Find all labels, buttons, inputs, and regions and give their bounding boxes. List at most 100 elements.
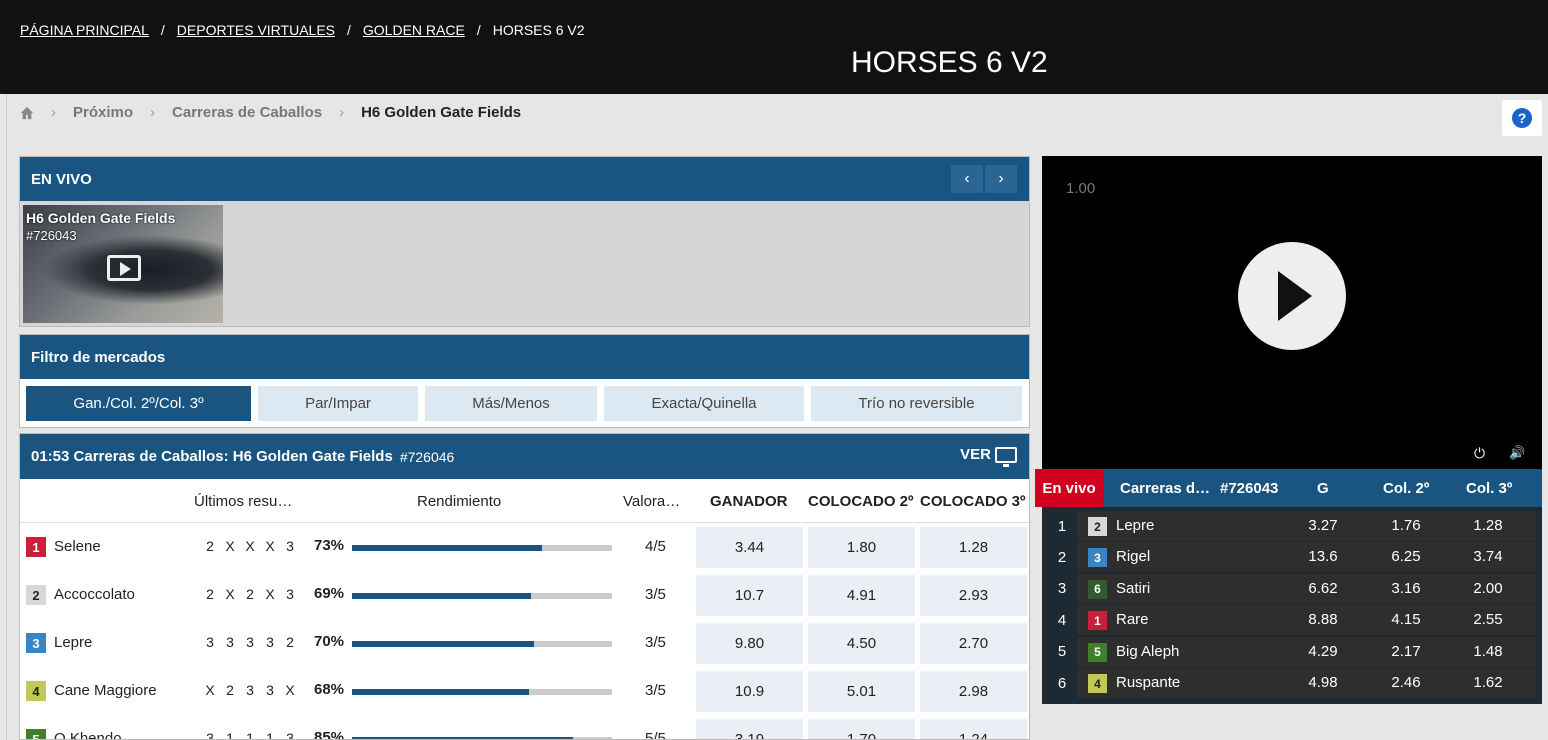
monitor-icon	[995, 446, 1017, 467]
chevron-right-icon: ›	[51, 104, 56, 121]
odd-col2: 2.46	[1391, 674, 1421, 691]
breadcrumb-separator: /	[476, 22, 481, 38]
player-version: 1.00	[1066, 180, 1096, 197]
rating: 5/5	[645, 730, 666, 740]
odd-place-2[interactable]: 4.91	[808, 575, 915, 616]
performance-bar	[352, 545, 612, 551]
runner-name: Rigel	[1116, 548, 1151, 566]
watch-button[interactable]: VER	[960, 446, 1017, 467]
home-icon[interactable]	[20, 106, 34, 120]
volume-icon[interactable]: 🔊	[1509, 445, 1525, 461]
last-results: 33332	[206, 634, 294, 650]
live-results-header: Carreras d… #726043 G Col. 2º Col. 3º	[1042, 469, 1542, 507]
runner-number: 5	[1088, 642, 1107, 662]
finish-position: 1	[1047, 511, 1077, 541]
runner-number: 4	[26, 681, 46, 701]
odd-place-3[interactable]: 2.98	[920, 671, 1027, 712]
tab-trio[interactable]: Trío no reversible	[811, 386, 1022, 421]
breadcrumb-current: HORSES 6 V2	[492, 22, 585, 38]
play-icon[interactable]	[1238, 242, 1346, 350]
sub-breadcrumb: › Próximo › Carreras de Caballos › H6 Go…	[20, 104, 521, 121]
col-performance: Rendimiento	[417, 493, 502, 510]
tab-odd-even[interactable]: Par/Impar	[258, 386, 418, 421]
rating: 3/5	[645, 682, 666, 699]
runner-name: Selene	[54, 538, 101, 555]
performance-bar	[352, 641, 612, 647]
odd-place-2[interactable]: 5.01	[808, 671, 915, 712]
top-header: PÁGINA PRINCIPAL / DEPORTES VIRTUALES / …	[0, 0, 1548, 94]
subnav-current: H6 Golden Gate Fields	[361, 104, 522, 121]
odd-winner[interactable]: 10.9	[696, 671, 803, 712]
help-button[interactable]: ?	[1502, 100, 1542, 136]
race-header: 01:53 Carreras de Caballos: H6 Golden Ga…	[20, 434, 1029, 479]
video-play-icon	[107, 255, 141, 281]
chevron-right-icon: ›	[150, 104, 156, 121]
video-player[interactable]: 1.00 ⏻ 🔊	[1042, 156, 1542, 469]
runner-name: Accoccolato	[54, 586, 135, 603]
chevron-right-icon[interactable]: ›	[985, 165, 1017, 193]
breadcrumb: PÁGINA PRINCIPAL / DEPORTES VIRTUALES / …	[20, 22, 585, 38]
breadcrumb-home-link[interactable]: PÁGINA PRINCIPAL	[20, 22, 149, 38]
breadcrumb-virtual-sports-link[interactable]: DEPORTES VIRTUALES	[177, 22, 335, 38]
odd-winner[interactable]: 9.80	[696, 623, 803, 664]
odd-col2: 3.16	[1391, 579, 1421, 597]
odd-winner[interactable]: 10.7	[696, 575, 803, 616]
live-panel: EN VIVO ‹ › H6 Golden Gate Fields #72604…	[19, 156, 1030, 327]
odd-winner[interactable]: 3.19	[696, 719, 803, 739]
rating: 3/5	[645, 586, 666, 603]
finish-position: 4	[1047, 605, 1077, 636]
live-result-row: 3 6 Satiri 6.62 3.16 2.00	[1047, 573, 1536, 604]
odd-place-3[interactable]: 2.70	[920, 623, 1027, 664]
odd-g: 4.29	[1308, 642, 1338, 660]
odd-winner[interactable]: 3.44	[696, 527, 803, 568]
runner-number: 1	[1088, 611, 1107, 631]
performance-percent: 73%	[314, 537, 345, 554]
live-results-panel: Carreras d… #726043 G Col. 2º Col. 3º En…	[1035, 469, 1542, 704]
odd-place-3[interactable]: 1.28	[920, 527, 1027, 568]
odd-g: 3.27	[1308, 517, 1338, 534]
odd-place-2[interactable]: 1.70	[808, 719, 915, 739]
runner-number: 2	[26, 585, 46, 605]
col-last-results: Últimos resu…	[194, 493, 293, 510]
tab-win-place[interactable]: Gan./Col. 2º/Col. 3º	[26, 386, 251, 421]
live-result-row: 5 5 Big Aleph 4.29 2.17 1.48	[1047, 636, 1536, 667]
live-race-id: #726043	[1220, 480, 1279, 497]
breadcrumb-golden-race-link[interactable]: GOLDEN RACE	[363, 22, 465, 38]
performance-bar-fill	[352, 545, 542, 551]
runner-number: 3	[1088, 548, 1107, 568]
table-row: 3 Lepre 3 3 3 3 2 70% 3/5 9.80 4.50 2.70	[20, 619, 1029, 667]
live-carousel-controls: ‹ ›	[951, 165, 1017, 193]
breadcrumb-separator: /	[160, 22, 165, 38]
performance-bar-fill	[352, 689, 529, 695]
tab-over-under[interactable]: Más/Menos	[425, 386, 597, 421]
breadcrumb-separator: /	[347, 22, 351, 38]
live-panel-header: EN VIVO	[20, 157, 1029, 201]
odd-place-2[interactable]: 1.80	[808, 527, 915, 568]
odd-place-3[interactable]: 2.93	[920, 575, 1027, 616]
odd-place-3[interactable]: 1.24	[920, 719, 1027, 739]
power-icon[interactable]: ⏻	[1474, 445, 1485, 462]
subnav-next-link[interactable]: Próximo	[73, 104, 133, 121]
runner-name: Big Aleph	[1116, 642, 1180, 660]
race-market-panel: 01:53 Carreras de Caballos: H6 Golden Ga…	[19, 433, 1030, 740]
last-results: 2X2X3	[206, 586, 294, 602]
performance-percent: 69%	[314, 585, 345, 602]
chevron-left-icon[interactable]: ‹	[951, 165, 983, 193]
runner-name: Lepre	[54, 634, 93, 651]
market-tabs: Gan./Col. 2º/Col. 3º Par/Impar Más/Menos…	[26, 386, 1022, 421]
runner-number: 2	[1088, 517, 1107, 536]
odd-col2: 2.17	[1391, 642, 1421, 660]
odd-g: 6.62	[1308, 579, 1338, 597]
subnav-horse-racing-link[interactable]: Carreras de Caballos	[172, 104, 322, 121]
runner-name: Lepre	[1116, 517, 1155, 534]
odd-place-2[interactable]: 4.50	[808, 623, 915, 664]
odd-col3: 2.55	[1473, 611, 1503, 629]
finish-position: 5	[1047, 636, 1077, 667]
odd-g: 8.88	[1308, 611, 1338, 629]
tab-exacta-quinella[interactable]: Exacta/Quinella	[604, 386, 804, 421]
col-col3: Col. 3º	[1466, 480, 1513, 497]
table-row: 2 Accoccolato 2 X 2 X 3 69% 3/5 10.7 4.91 2.93	[20, 571, 1029, 619]
live-result-row: 6 4 Ruspante 4.98 2.46 1.62	[1047, 668, 1536, 698]
page-title: HORSES 6 V2	[851, 46, 1048, 79]
live-race-thumbnail[interactable]: H6 Golden Gate Fields #726043	[23, 205, 223, 323]
